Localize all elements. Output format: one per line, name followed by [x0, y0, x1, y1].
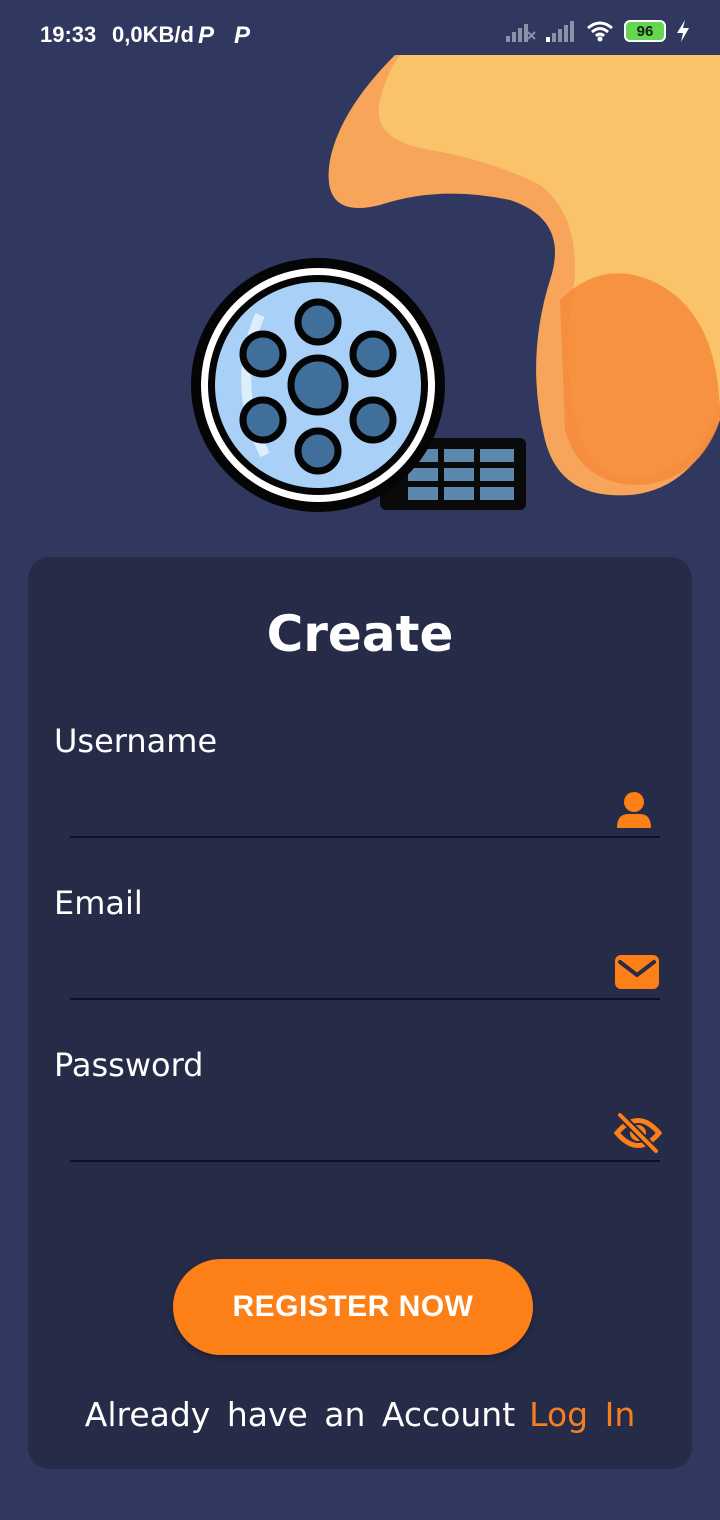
- email-underline: [70, 998, 660, 1000]
- password-field[interactable]: [70, 1101, 610, 1161]
- username-label: Username: [54, 722, 218, 760]
- login-prompt: Already have an Account Log In: [28, 1395, 692, 1434]
- username-field[interactable]: [70, 777, 660, 837]
- username-underline: [70, 836, 660, 838]
- film-reel-logo: [191, 258, 526, 512]
- person-icon: [617, 792, 651, 828]
- password-underline: [70, 1160, 660, 1162]
- email-field[interactable]: [70, 939, 660, 999]
- password-label: Password: [54, 1046, 204, 1084]
- mail-icon: [615, 955, 659, 989]
- page-title: Create: [266, 605, 454, 663]
- email-label: Email: [54, 884, 143, 922]
- register-card: Create Username Email Password REGISTER …: [28, 557, 692, 1469]
- login-link[interactable]: Log In: [529, 1395, 635, 1434]
- register-button[interactable]: REGISTER NOW: [173, 1259, 533, 1355]
- login-prompt-text: Already have an Account: [84, 1395, 516, 1434]
- eye-off-icon[interactable]: [614, 1112, 662, 1154]
